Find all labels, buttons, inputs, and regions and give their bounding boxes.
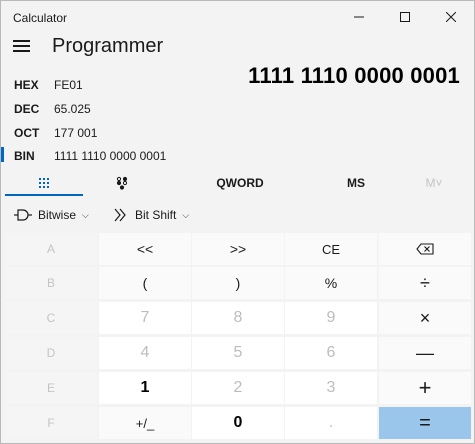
key-2[interactable]: 2: [192, 372, 284, 404]
word-size-button[interactable]: QWORD: [201, 169, 279, 197]
key-negate[interactable]: +/_: [99, 407, 191, 439]
key-a[interactable]: A: [5, 233, 97, 265]
radix-label: OCT: [14, 126, 40, 140]
radix-value: FE01: [54, 78, 83, 92]
mode-title: Programmer: [52, 35, 164, 57]
key-subtract[interactable]: —: [379, 337, 471, 369]
key-divide[interactable]: ÷: [379, 267, 471, 299]
key-1[interactable]: 1: [99, 372, 191, 404]
radix-label: BIN: [14, 149, 35, 163]
key-modulo[interactable]: %: [285, 267, 377, 299]
operation-toolbar: Bitwise ⌵ Bit Shift ⌵: [1, 201, 474, 229]
keypad-tabs: QWORD MS M˅: [1, 169, 474, 197]
full-keypad-tab[interactable]: [5, 169, 83, 197]
key-3[interactable]: 3: [285, 372, 377, 404]
memory-list-button[interactable]: M˅: [395, 169, 473, 197]
backspace-icon: [416, 243, 434, 255]
radix-dec[interactable]: DEC 65.025: [1, 98, 221, 120]
radix-oct[interactable]: OCT 177 001: [1, 122, 221, 144]
key-4[interactable]: 4: [99, 337, 191, 369]
selected-indicator: [1, 147, 4, 162]
key-add[interactable]: +: [379, 372, 471, 404]
bitwise-label: Bitwise: [38, 208, 77, 222]
key-6[interactable]: 6: [285, 337, 377, 369]
key-right-paren[interactable]: ): [192, 267, 284, 299]
chevron-down-icon: ⌵: [182, 209, 190, 220]
chevron-down-icon: ⌵: [82, 209, 89, 220]
key-left-paren[interactable]: (: [99, 267, 191, 299]
key-8[interactable]: 8: [192, 302, 284, 334]
radix-value: 65.025: [54, 102, 91, 116]
key-0[interactable]: 0: [192, 407, 284, 439]
maximize-icon: [400, 12, 410, 22]
key-5[interactable]: 5: [192, 337, 284, 369]
key-c[interactable]: C: [5, 302, 97, 334]
calculator-window: Calculator Programmer 1111 1110 0000 000…: [0, 0, 475, 444]
bitwise-dropdown[interactable]: Bitwise ⌵: [14, 201, 89, 229]
full-keypad-icon: [39, 178, 49, 188]
app-title: Calculator: [13, 11, 68, 25]
radix-label: DEC: [14, 102, 40, 116]
result-display: 1111 1110 0000 0001: [248, 63, 460, 88]
radix-value: 1111 1110 0000 0001: [54, 149, 167, 163]
key-left-shift[interactable]: <<: [99, 233, 191, 265]
key-clear-entry[interactable]: CE: [285, 233, 377, 265]
key-multiply[interactable]: ×: [379, 302, 471, 334]
memory-store-button[interactable]: MS: [317, 169, 395, 197]
minimize-icon: [354, 16, 364, 18]
selected-tab-underline: [5, 194, 83, 196]
maximize-button[interactable]: [382, 1, 428, 33]
close-icon: [446, 12, 456, 22]
close-button[interactable]: [428, 1, 474, 33]
bit-shift-icon: [114, 208, 126, 222]
key-backspace[interactable]: [379, 233, 471, 265]
key-e[interactable]: E: [5, 372, 97, 404]
title-bar[interactable]: Calculator: [1, 1, 474, 33]
key-decimal[interactable]: .: [285, 407, 377, 439]
hamburger-menu-icon[interactable]: [13, 38, 31, 52]
key-b[interactable]: B: [5, 267, 97, 299]
key-9[interactable]: 9: [285, 302, 377, 334]
bit-shift-dropdown[interactable]: Bit Shift ⌵: [113, 201, 189, 229]
minimize-button[interactable]: [336, 1, 382, 33]
key-right-shift[interactable]: >>: [192, 233, 284, 265]
bit-toggling-tab[interactable]: [83, 169, 161, 197]
radix-value: 177 001: [54, 126, 98, 140]
radix-bin[interactable]: BIN 1111 1110 0000 0001: [1, 145, 221, 167]
keypad: A << >> CE B ( ) % ÷ C 7 8 9 × D 4 5 6 —: [5, 233, 471, 439]
logic-gate-icon: [14, 209, 32, 221]
key-d[interactable]: D: [5, 337, 97, 369]
key-7[interactable]: 7: [99, 302, 191, 334]
key-equals[interactable]: =: [379, 407, 471, 439]
key-f[interactable]: F: [5, 407, 97, 439]
bit-toggling-keypad-icon: [116, 176, 128, 190]
radix-label: HEX: [14, 78, 39, 92]
radix-hex[interactable]: HEX FE01: [1, 74, 221, 96]
bit-shift-label: Bit Shift: [135, 208, 177, 222]
